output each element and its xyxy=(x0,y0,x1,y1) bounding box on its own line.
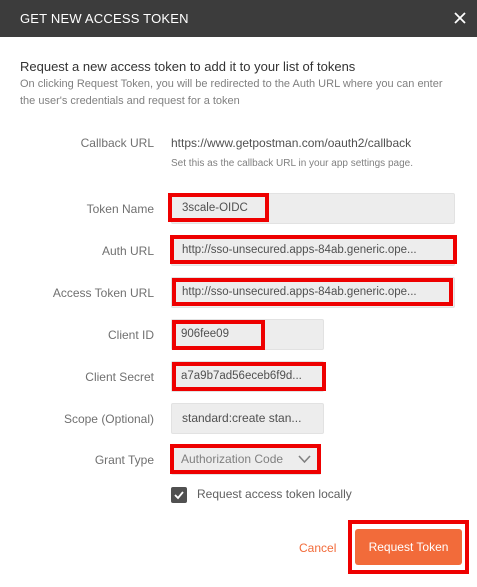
intro-heading: Request a new access token to add it to … xyxy=(20,59,356,74)
request-locally-checkbox[interactable] xyxy=(171,487,187,503)
auth-url-label: Auth URL xyxy=(101,244,154,258)
grant-type-label: Grant Type xyxy=(94,453,154,467)
cancel-button[interactable]: Cancel xyxy=(299,541,336,555)
scope-input[interactable]: standard:create stan... xyxy=(171,403,324,434)
scope-label: Scope (Optional) xyxy=(63,412,154,426)
client-id-value: 906fee09 xyxy=(181,328,229,340)
scope-value: standard:create stan... xyxy=(182,411,302,425)
token-name-value: 3scale-OIDC xyxy=(182,202,248,214)
callback-url-label: Callback URL xyxy=(80,136,154,150)
request-locally-label: Request access token locally xyxy=(197,487,352,501)
callback-url-value: https://www.getpostman.com/oauth2/callba… xyxy=(171,136,412,150)
close-icon[interactable] xyxy=(451,9,469,27)
dialog-title-bar: GET NEW ACCESS TOKEN xyxy=(0,0,477,37)
grant-type-value: Authorization Code xyxy=(181,452,284,466)
intro-description: On clicking Request Token, you will be r… xyxy=(20,78,443,107)
token-name-label: Token Name xyxy=(86,202,154,216)
auth-url-value: http://sso-unsecured.apps-84ab.generic.o… xyxy=(182,244,417,256)
checkmark-icon xyxy=(174,491,184,500)
client-secret-value: a7a9b7ad56eceb6f9d... xyxy=(181,370,302,382)
client-secret-label: Client Secret xyxy=(85,370,154,384)
dialog-title: GET NEW ACCESS TOKEN xyxy=(20,11,189,26)
chevron-down-icon[interactable] xyxy=(298,454,311,464)
access-token-url-label: Access Token URL xyxy=(52,286,154,300)
client-id-label: Client ID xyxy=(107,328,154,342)
access-token-url-value: http://sso-unsecured.apps-84ab.generic.o… xyxy=(182,286,417,298)
request-token-button[interactable]: Request Token xyxy=(355,529,462,565)
callback-url-hint: Set this as the callback URL in your app… xyxy=(171,158,413,169)
